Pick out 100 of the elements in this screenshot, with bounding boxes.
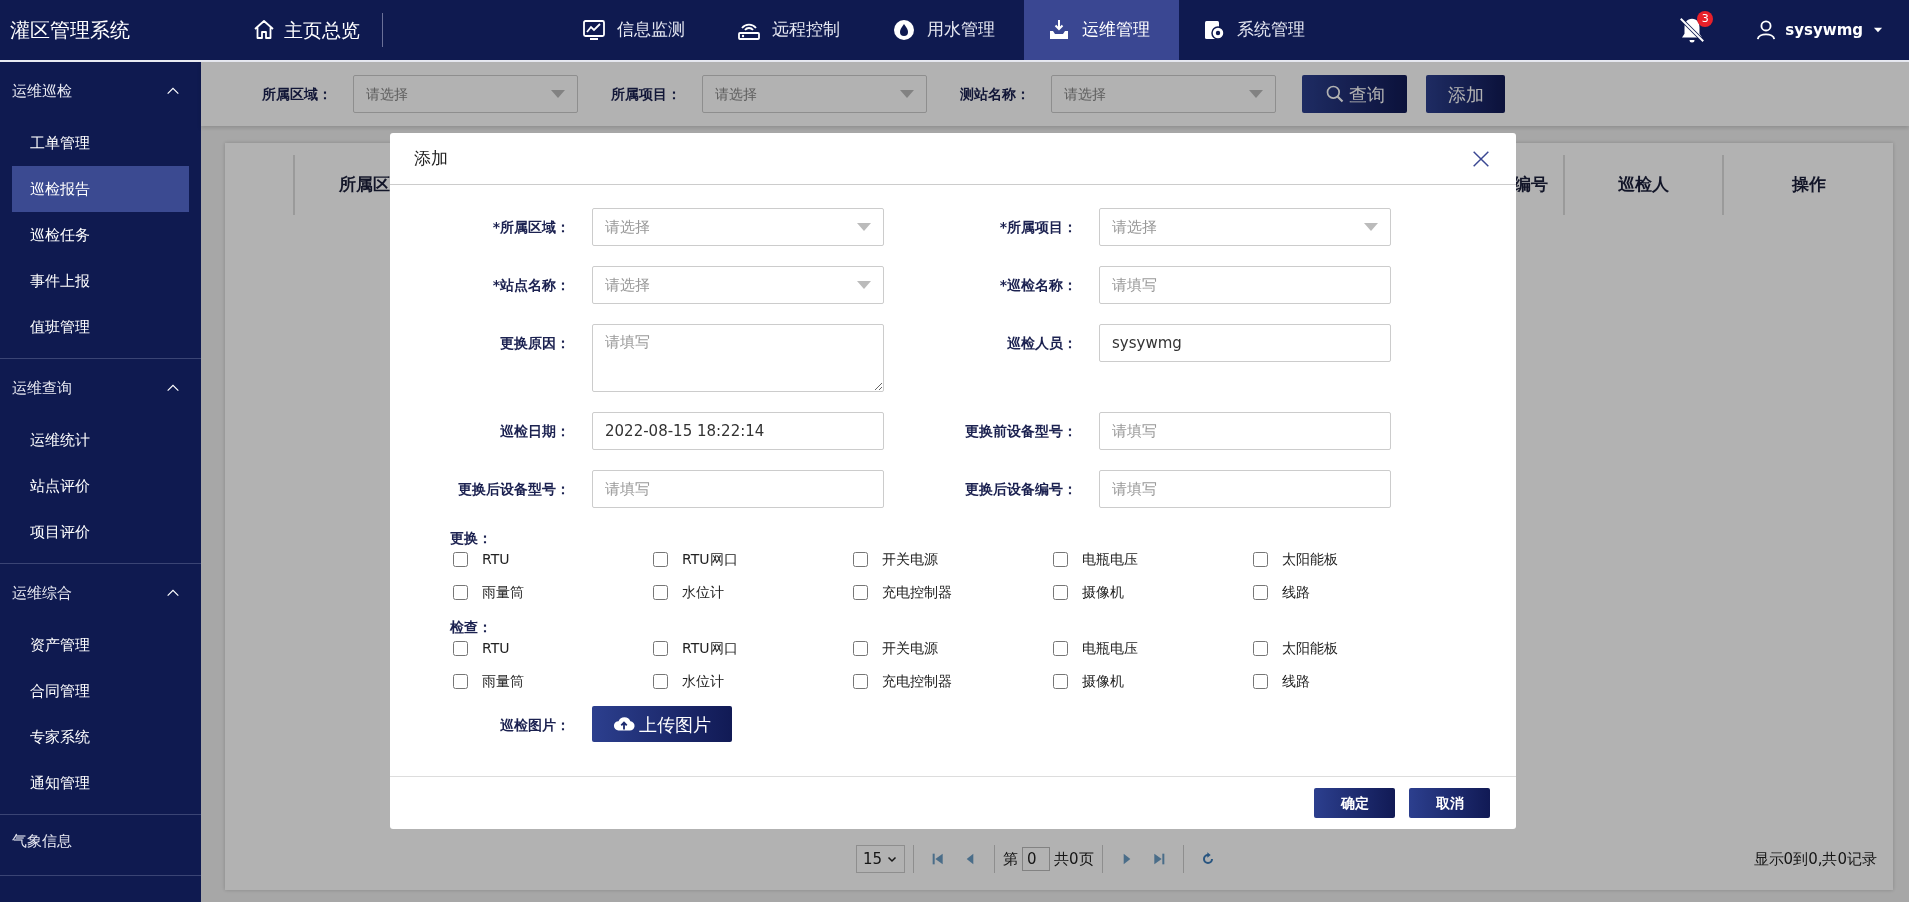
checkbox-label: 开关电源	[882, 550, 938, 569]
checkbox[interactable]	[653, 674, 668, 689]
checkbox-label: 线路	[1282, 672, 1310, 691]
checkbox[interactable]	[1253, 641, 1268, 656]
add-button[interactable]: 添加	[1426, 75, 1505, 113]
dropdown-arrow-icon	[857, 223, 871, 231]
page-count: 共0页	[1054, 848, 1094, 870]
sidebar-item[interactable]: 巡检任务	[12, 212, 189, 258]
sidebar-item[interactable]: 资产管理	[12, 622, 189, 668]
sidebar-item[interactable]: 项目评价	[12, 509, 189, 555]
text-area[interactable]: 请填写	[592, 324, 884, 392]
user-menu[interactable]: sysywmg	[1755, 18, 1885, 42]
nav-tab[interactable]: 运维管理	[1024, 0, 1179, 60]
checkbox[interactable]	[853, 552, 868, 567]
nav-tab[interactable]: 信息监测	[559, 0, 714, 60]
dropdown-arrow-icon	[551, 90, 565, 98]
checkbox[interactable]	[653, 585, 668, 600]
checkbox[interactable]	[1253, 552, 1268, 567]
water-drop-icon	[892, 18, 916, 42]
sidebar-item[interactable]: 合同管理	[12, 668, 189, 714]
record-summary: 显示0到0,共0记录	[1753, 848, 1877, 870]
input-field[interactable]: sysywmg	[1099, 324, 1391, 362]
page-label: 第	[1003, 848, 1019, 870]
column-header: 操作	[1722, 154, 1893, 215]
checkbox-label: 充电控制器	[882, 672, 952, 691]
checkbox[interactable]	[653, 641, 668, 656]
checkbox[interactable]	[853, 641, 868, 656]
checkbox-label: 水位计	[682, 583, 724, 602]
checkbox[interactable]	[1053, 674, 1068, 689]
monitor-chart-icon	[582, 18, 606, 42]
input-field[interactable]: 请填写	[1099, 412, 1391, 450]
checkbox[interactable]	[653, 552, 668, 567]
sidebar-item[interactable]: 运维统计	[12, 417, 189, 463]
checkbox-label: 摄像机	[1082, 583, 1124, 602]
page-input[interactable]: 0	[1022, 847, 1051, 871]
page-size-select[interactable]: 15	[856, 844, 906, 874]
dropdown-arrow-icon	[900, 90, 914, 98]
field-label: *站点名称：	[491, 276, 570, 295]
checkbox[interactable]	[1053, 552, 1068, 567]
field-label: 巡检人员：	[1006, 334, 1077, 353]
checkbox-label: 电瓶电压	[1082, 639, 1138, 658]
filter-label: 所属区域：	[262, 84, 332, 104]
checkbox-label: RTU网口	[682, 550, 738, 569]
field-label: 更换后设备型号：	[457, 480, 570, 499]
section-label: 更换：	[450, 529, 493, 548]
checkbox[interactable]	[453, 585, 468, 600]
filter-label: 测站名称：	[960, 84, 1030, 104]
tray-download-icon	[1047, 18, 1071, 42]
sidebar-item[interactable]: 气象信息	[0, 815, 201, 867]
checkbox[interactable]	[1053, 641, 1068, 656]
field-label: 巡检图片：	[499, 716, 570, 735]
field-label: *所属项目：	[998, 218, 1077, 237]
checkbox[interactable]	[1253, 674, 1268, 689]
checkbox-label: 雨量筒	[482, 672, 524, 691]
field-label: 更换原因：	[499, 334, 570, 353]
input-field[interactable]: 请填写	[1099, 470, 1391, 508]
confirm-button[interactable]: 确定	[1314, 788, 1395, 818]
cancel-button[interactable]: 取消	[1409, 788, 1490, 818]
sidebar-item[interactable]: 值班管理	[12, 304, 189, 350]
sidebar-item[interactable]: 专家系统	[12, 714, 189, 760]
checkbox[interactable]	[1053, 585, 1068, 600]
notification-badge: 3	[1697, 11, 1714, 27]
checkbox-label: 电瓶电压	[1082, 550, 1138, 569]
sidebar-item[interactable]: 事件上报	[12, 258, 189, 304]
checkbox[interactable]	[453, 552, 468, 567]
nav-tab[interactable]: 用水管理	[869, 0, 1024, 60]
checkbox-label: 线路	[1282, 583, 1310, 602]
filter-label: 所属项目：	[611, 84, 681, 104]
checkbox[interactable]	[453, 674, 468, 689]
nav-tab[interactable]: 系统管理	[1179, 0, 1334, 60]
field-label: 更换后设备编号：	[964, 480, 1077, 499]
sidebar-item[interactable]: 巡检报告	[12, 166, 189, 212]
checkbox-label: RTU网口	[682, 639, 738, 658]
checkbox-label: RTU	[482, 639, 510, 658]
sidebar-item[interactable]: 工单管理	[12, 120, 189, 166]
checkbox-label: 开关电源	[882, 639, 938, 658]
home-link[interactable]: 主页总览	[230, 0, 360, 60]
input-field[interactable]: 请填写	[592, 470, 884, 508]
checkbox[interactable]	[853, 585, 868, 600]
field-label: 更换前设备型号：	[964, 422, 1077, 441]
search-icon	[1324, 84, 1345, 104]
sidebar-item[interactable]: 通知管理	[12, 760, 189, 806]
checkbox[interactable]	[1253, 585, 1268, 600]
checkbox[interactable]	[453, 641, 468, 656]
sidebar-group-header[interactable]: 运维巡检	[0, 62, 201, 120]
field-label: 巡检日期：	[499, 422, 570, 441]
user-icon	[1755, 19, 1778, 41]
search-button[interactable]: 查询	[1302, 75, 1407, 113]
input-field[interactable]: 2022-08-15 18:22:14	[592, 412, 884, 450]
checkbox-label: 太阳能板	[1282, 550, 1338, 569]
sidebar-group-header[interactable]: 运维综合	[0, 564, 201, 622]
sidebar-group-header[interactable]: 运维查询	[0, 359, 201, 417]
checkbox[interactable]	[853, 674, 868, 689]
sidebar-item[interactable]: 站点评价	[12, 463, 189, 509]
column-header: 巡检人	[1563, 154, 1722, 215]
input-field[interactable]: 请填写	[1099, 266, 1391, 304]
home-icon	[252, 18, 276, 42]
app-title: 灌区管理系统	[9, 17, 131, 44]
nav-tab[interactable]: 远程控制	[714, 0, 869, 60]
upload-button[interactable]: 上传图片	[592, 706, 732, 742]
